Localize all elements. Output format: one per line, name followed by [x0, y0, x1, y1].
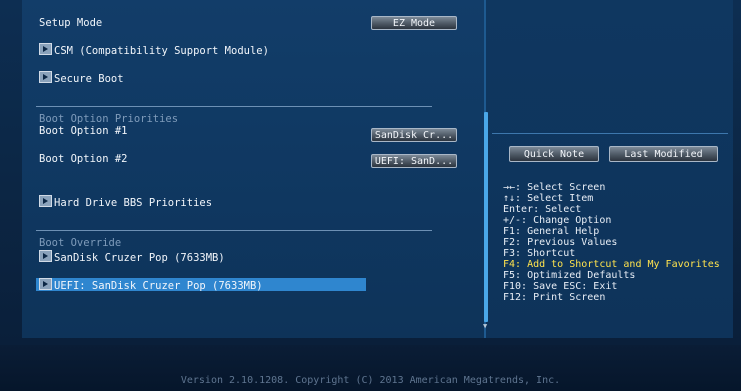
section-separator	[36, 106, 432, 107]
section-separator	[36, 230, 432, 231]
help-divider	[492, 133, 728, 134]
boot-override-item-label: UEFI: SanDisk Cruzer Pop (7633MB)	[54, 280, 263, 292]
help-line: ↑↓: Select Item	[503, 193, 594, 204]
help-line: F12: Print Screen	[503, 292, 606, 303]
boot-option-2-label: Boot Option #2	[39, 153, 128, 165]
boot-option-1-label: Boot Option #1	[39, 125, 128, 137]
boot-override-item-selected[interactable]: UEFI: SanDisk Cruzer Pop (7633MB)	[39, 278, 263, 292]
submenu-arrow-icon	[39, 278, 52, 290]
csm-label: CSM (Compatibility Support Module)	[54, 45, 269, 57]
help-line: Enter: Select	[503, 204, 582, 215]
help-line: F1: General Help	[503, 226, 600, 237]
scrollbar[interactable]	[484, 112, 488, 322]
help-line-highlighted: F4: Add to Shortcut and My Favorites	[503, 259, 720, 270]
csm-menu-item[interactable]: CSM (Compatibility Support Module)	[39, 43, 269, 57]
boot-override-item[interactable]: SanDisk Cruzer Pop (7633MB)	[39, 250, 225, 264]
secure-boot-menu-item[interactable]: Secure Boot	[39, 71, 124, 85]
submenu-arrow-icon	[39, 43, 52, 55]
boot-override-header: Boot Override	[39, 237, 122, 249]
help-line: F2: Previous Values	[503, 237, 618, 248]
help-line: F10: Save ESC: Exit	[503, 281, 618, 292]
quick-note-button[interactable]: Quick Note	[509, 146, 599, 162]
scroll-down-arrow-icon[interactable]: ▼	[483, 322, 487, 330]
version-footer: Version 2.10.1208. Copyright (C) 2013 Am…	[180, 375, 561, 386]
secure-boot-label: Secure Boot	[54, 73, 124, 85]
help-line: F3: Shortcut	[503, 248, 576, 259]
submenu-arrow-icon	[39, 250, 52, 262]
help-line: +/-: Change Option	[503, 215, 612, 226]
boot-option-priorities-header: Boot Option Priorities	[39, 113, 179, 125]
hdd-bbs-label: Hard Drive BBS Priorities	[54, 197, 213, 209]
submenu-arrow-icon	[39, 195, 52, 207]
last-modified-button[interactable]: Last Modified	[609, 146, 718, 162]
boot-override-item-label: SanDisk Cruzer Pop (7633MB)	[54, 252, 225, 264]
help-line: F5: Optimized Defaults	[503, 270, 636, 281]
boot-option-1-select[interactable]: SanDisk Cr...	[371, 128, 457, 142]
setup-mode-label: Setup Mode	[39, 17, 103, 29]
submenu-arrow-icon	[39, 71, 52, 83]
boot-option-2-select[interactable]: UEFI: SanD...	[371, 154, 457, 168]
ez-mode-button[interactable]: EZ Mode	[371, 16, 457, 30]
hard-drive-bbs-menu-item[interactable]: Hard Drive BBS Priorities	[39, 195, 212, 209]
help-line: →←: Select Screen	[503, 182, 606, 193]
